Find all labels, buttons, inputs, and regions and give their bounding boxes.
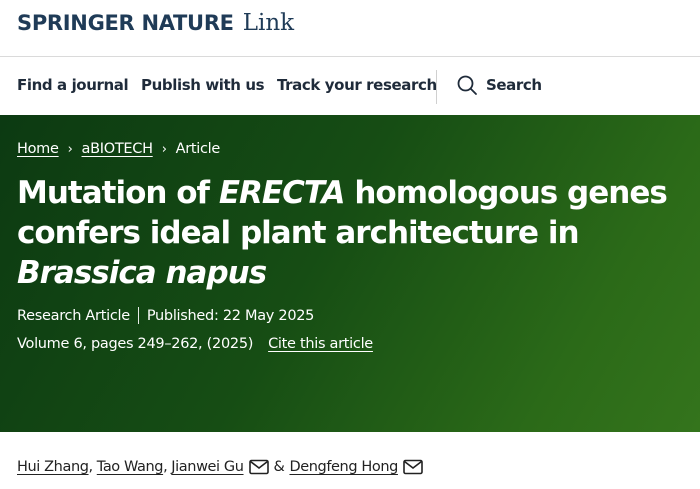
author-link[interactable]: Hui Zhang (17, 459, 89, 475)
springer-nature-link-logo[interactable]: SPRINGER NATURE Link (17, 10, 294, 36)
breadcrumb-current: Article (175, 141, 221, 157)
title-species: Brassica napus (17, 255, 267, 291)
nav-divider (436, 70, 437, 104)
breadcrumb-journal[interactable]: aBIOTECH (82, 141, 153, 157)
author-link[interactable]: Dengfeng Hong (289, 459, 398, 475)
article-citation: Volume 6, pages 249–262, (2025) Cite thi… (17, 336, 373, 352)
title-text-1: Mutation of (17, 175, 219, 211)
breadcrumb-chevron-icon: › (161, 141, 167, 157)
brand-bar: SPRINGER NATURE Link (0, 0, 700, 57)
nav-track-research[interactable]: Track your research (277, 76, 437, 94)
article-meta: Research Article Published: 22 May 2025 (17, 307, 314, 324)
volume-pages: Volume 6, pages 249–262, (2025) (17, 336, 254, 352)
nav-publish-with-us[interactable]: Publish with us (141, 76, 265, 94)
main-nav: Find a journal Publish with us Track you… (0, 57, 700, 115)
nav-find-journal[interactable]: Find a journal (17, 76, 129, 94)
title-gene: ERECTA (218, 175, 346, 211)
article-title: Mutation of ERECTA homologous genes conf… (17, 173, 697, 293)
brand-springer-nature: SPRINGER NATURE (17, 11, 234, 35)
brand-link: Link (242, 10, 295, 36)
cite-this-article-link[interactable]: Cite this article (268, 336, 373, 352)
meta-divider (137, 307, 139, 324)
mail-icon[interactable] (403, 459, 423, 475)
search-button[interactable]: Search (456, 74, 542, 96)
published-date: Published: 22 May 2025 (146, 307, 315, 324)
author-separator: , (163, 459, 168, 475)
author-link[interactable]: Tao Wang (97, 459, 164, 475)
search-icon (457, 75, 477, 95)
article-type: Research Article (17, 307, 130, 324)
mail-icon[interactable] (248, 459, 269, 475)
author-and: & (273, 459, 285, 475)
article-hero: Home › aBIOTECH › Article Mutation of ER… (0, 115, 700, 432)
breadcrumb-chevron-icon: › (67, 141, 73, 157)
author-separator: , (88, 459, 94, 475)
breadcrumb-home[interactable]: Home (17, 141, 59, 157)
breadcrumb: Home › aBIOTECH › Article (17, 141, 220, 157)
search-label: Search (486, 76, 542, 94)
author-list: Hui Zhang , Tao Wang , Jianwei Gu & Deng… (17, 459, 423, 475)
author-link[interactable]: Jianwei Gu (171, 459, 244, 475)
